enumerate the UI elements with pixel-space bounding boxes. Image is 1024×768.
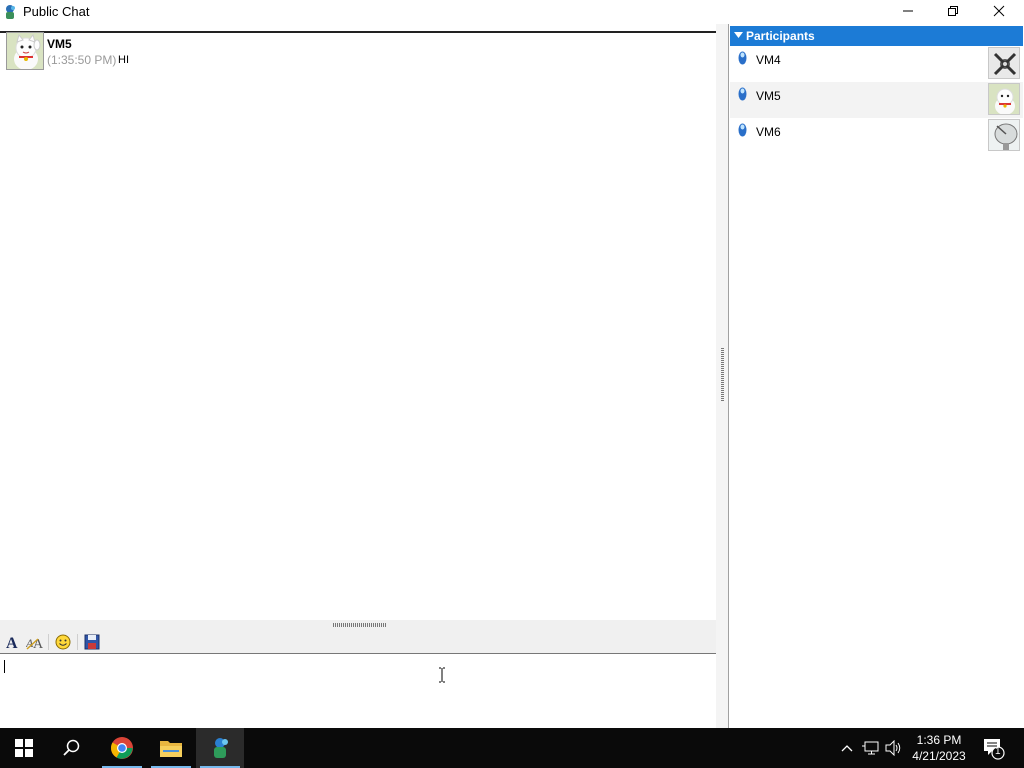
minimize-icon (903, 10, 913, 12)
volume-button[interactable] (884, 738, 904, 758)
start-button[interactable] (0, 728, 48, 768)
satellite-dish-icon (989, 120, 1019, 150)
svg-text:A: A (33, 637, 44, 650)
toolbar-separator (48, 634, 49, 650)
notification-icon (984, 739, 1005, 760)
close-icon (993, 5, 1005, 17)
avatar (6, 32, 44, 70)
user-status-icon (738, 87, 747, 101)
chat-message: VM5 (1:35:50 PM) HI (6, 32, 706, 72)
smiley-icon (55, 634, 71, 650)
chat-app-icon (214, 738, 228, 758)
restore-icon (948, 6, 958, 16)
font-style-button[interactable]: A A (25, 632, 45, 652)
save-button[interactable] (82, 632, 102, 652)
app-icon (3, 4, 17, 20)
save-icon (84, 634, 100, 650)
font-icon: A (6, 635, 18, 650)
chevron-up-icon (841, 745, 853, 752)
clock[interactable]: 1:36 PM 4/21/2023 (904, 732, 974, 764)
message-text: HI (118, 54, 129, 66)
title-bar[interactable]: Public Chat (0, 0, 1024, 24)
clock-time: 1:36 PM (916, 733, 962, 747)
lucky-cat-icon (989, 84, 1019, 114)
participants-panel: Participants VM4 VM5 VM6 (728, 24, 1024, 728)
clock-date: 4/21/2023 (912, 749, 966, 763)
taskbar-chrome[interactable] (98, 728, 146, 768)
emoticon-button[interactable] (53, 632, 73, 652)
participant-name: VM6 (756, 125, 781, 139)
action-center-button[interactable]: 1 (980, 736, 1006, 760)
font-style-icon: A A (26, 636, 44, 650)
svg-text:A: A (6, 635, 18, 650)
close-button[interactable] (976, 0, 1022, 22)
text-caret (4, 660, 5, 673)
lucky-cat-icon (7, 33, 43, 69)
participant-row[interactable]: VM6 (730, 118, 1023, 154)
message-time: (1:35:50 PM) (47, 53, 117, 67)
taskbar-chat-app[interactable] (196, 728, 244, 768)
volume-icon (885, 740, 901, 756)
chat-history[interactable] (0, 24, 716, 622)
minimize-button[interactable] (885, 0, 931, 22)
show-hidden-icons-button[interactable] (837, 738, 857, 758)
message-input[interactable] (0, 655, 720, 728)
input-splitter[interactable] (0, 620, 716, 630)
splitter-grip[interactable] (721, 348, 724, 402)
avatar (988, 47, 1020, 79)
user-status-icon (738, 123, 747, 137)
restore-button[interactable] (930, 0, 976, 22)
user-status-icon (738, 51, 747, 65)
participants-title: Participants (746, 29, 815, 43)
window-title: Public Chat (23, 4, 90, 19)
font-button[interactable]: A (3, 632, 23, 652)
splitter-grip[interactable] (333, 623, 387, 627)
network-icon (862, 741, 879, 755)
network-button[interactable] (861, 738, 881, 758)
participant-name: VM4 (756, 53, 781, 67)
taskbar-file-explorer[interactable] (147, 728, 195, 768)
search-icon (63, 739, 80, 756)
search-button[interactable] (48, 728, 96, 768)
toolbar-separator (77, 634, 78, 650)
chrome-icon (111, 737, 133, 759)
folder-icon (160, 741, 182, 757)
chevron-down-icon (734, 32, 743, 38)
message-sender: VM5 (47, 37, 72, 51)
chat-window: Public Chat VM5 (1:35:50 PM) HI A A A Pa… (0, 0, 1024, 728)
taskbar: 1:36 PM 4/21/2023 1 (0, 728, 1024, 768)
windows-logo-icon (15, 739, 33, 757)
format-toolbar: A A A (0, 630, 720, 654)
gear-tools-icon (989, 48, 1019, 78)
avatar (988, 83, 1020, 115)
ibeam-cursor-icon (439, 667, 445, 683)
panel-splitter[interactable] (716, 24, 728, 728)
participant-row[interactable]: VM5 (730, 82, 1023, 118)
participant-row[interactable]: VM4 (730, 46, 1023, 82)
participant-name: VM5 (756, 89, 781, 103)
avatar (988, 119, 1020, 151)
notification-count: 1 (995, 746, 1001, 757)
participants-header[interactable]: Participants (730, 26, 1023, 46)
